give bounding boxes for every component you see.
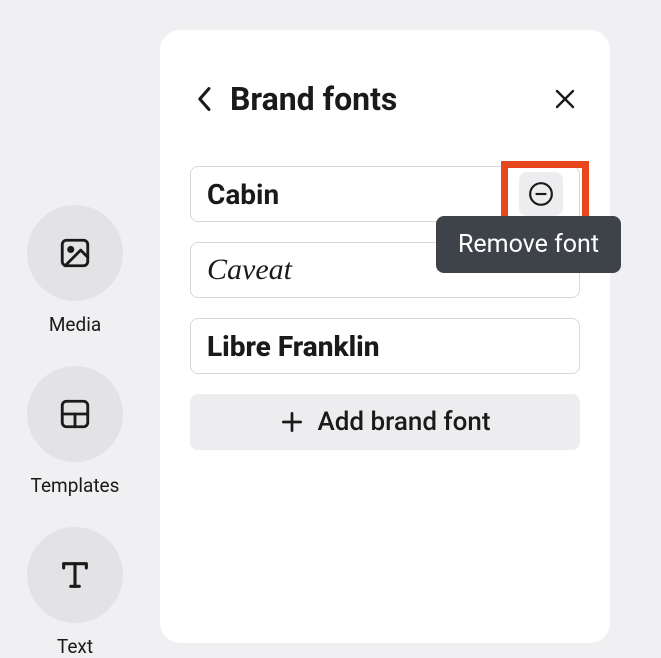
font-name: Libre Franklin [207, 330, 380, 363]
back-button[interactable] [190, 84, 220, 114]
close-button[interactable] [550, 84, 580, 114]
font-name: Cabin [207, 178, 279, 211]
text-icon [27, 527, 123, 623]
add-brand-font-button[interactable]: Add brand font [190, 394, 580, 450]
add-button-label: Add brand font [317, 407, 490, 437]
remove-icon [528, 181, 554, 207]
font-row[interactable]: Cabin [190, 166, 580, 222]
sidebar-item-templates[interactable]: Templates [27, 366, 123, 497]
sidebar-item-label: Text [57, 635, 93, 658]
font-row[interactable]: Libre Franklin [190, 318, 580, 374]
plus-icon [279, 409, 305, 435]
sidebar-item-media[interactable]: Media [27, 205, 123, 336]
chevron-left-icon [197, 86, 213, 112]
sidebar-item-label: Media [49, 313, 101, 336]
remove-font-button[interactable] [519, 172, 563, 216]
templates-icon [27, 366, 123, 462]
sidebar-item-text[interactable]: Text [27, 527, 123, 658]
panel-title: Brand fonts [230, 80, 550, 118]
remove-font-tooltip: Remove font [436, 216, 621, 273]
close-icon [553, 87, 577, 111]
sidebar: Media Templates Text [0, 0, 150, 643]
sidebar-item-label: Templates [31, 474, 120, 497]
panel-header: Brand fonts [190, 80, 580, 118]
font-name: Caveat [207, 253, 292, 287]
brand-fonts-panel: Brand fonts Cabin Caveat Libre Frankli [160, 30, 610, 643]
media-icon [27, 205, 123, 301]
